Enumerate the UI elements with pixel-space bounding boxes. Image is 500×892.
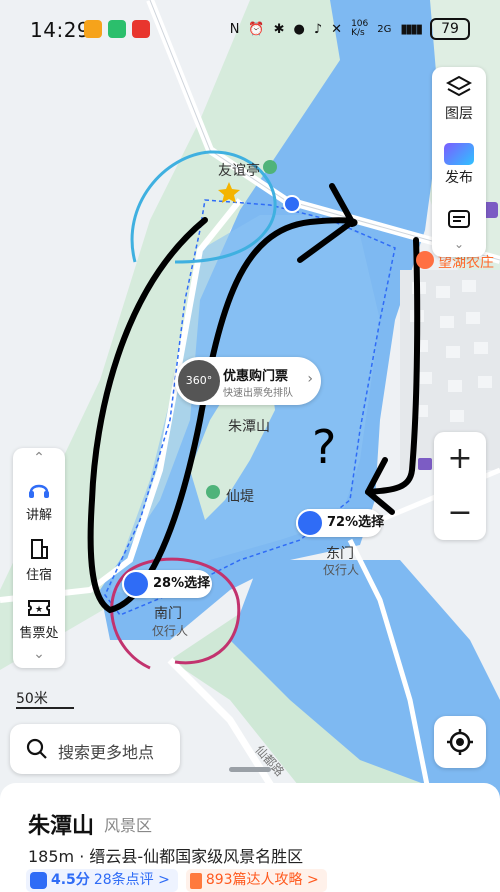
- ticket-promo-bubble[interactable]: 360° 优惠购门票 快速出票免排队 ›: [175, 357, 321, 405]
- gate-icon: [296, 509, 324, 537]
- poi-category: 风景区: [104, 816, 153, 835]
- east-gate-pill[interactable]: 72%选择: [296, 509, 385, 537]
- alarm-icon: ⏰: [248, 21, 265, 37]
- sheet-drag-handle[interactable]: [229, 767, 271, 772]
- rating-score: 4.5分: [51, 872, 90, 888]
- svg-text:★: ★: [35, 605, 43, 615]
- chevron-down-icon[interactable]: ⌄: [432, 237, 486, 251]
- south-gate-pill[interactable]: 28%选择: [122, 570, 212, 598]
- ticket-promo-title: 优惠购门票: [223, 369, 289, 384]
- app-notification-icon: [108, 20, 126, 38]
- search-placeholder: 搜索更多地点: [58, 743, 155, 762]
- label-zhutanshan[interactable]: 朱潭山: [228, 416, 270, 436]
- chevron-right-icon: ›: [307, 371, 313, 387]
- zoom-out-button[interactable]: −: [434, 486, 486, 540]
- net-speed: 106 K/s: [351, 19, 369, 38]
- lodging-button[interactable]: 住宿: [13, 538, 65, 583]
- label-youyi-pavilion[interactable]: 友谊亭: [218, 160, 260, 180]
- rating-chip[interactable]: 4.5分 28条点评 >: [26, 869, 178, 892]
- publish-label: 发布: [445, 170, 473, 186]
- layers-button[interactable]: 图层: [432, 75, 486, 123]
- ticket-office-button[interactable]: ★ 售票处: [13, 598, 65, 641]
- message-icon: [448, 210, 470, 228]
- ticket-icon: ★: [28, 600, 50, 616]
- crosshair-icon: [447, 729, 473, 755]
- nfc-icon: N: [229, 21, 240, 37]
- mute-icon: ✕: [331, 21, 343, 37]
- scale-label: 50米: [16, 691, 48, 707]
- ticket-office-label: 售票处: [19, 626, 59, 641]
- explain-button[interactable]: 讲解: [13, 478, 65, 523]
- explain-label: 讲解: [25, 508, 52, 523]
- message-button[interactable]: [432, 209, 486, 235]
- label-nanmen-sub: 仅行人: [152, 624, 189, 638]
- panorama-360-icon: 360°: [178, 360, 220, 402]
- zoom-control: + −: [434, 432, 486, 540]
- lodging-label: 住宿: [25, 568, 52, 583]
- signal-label: 2G: [377, 23, 392, 35]
- poi-address: 185m · 缙云县-仙都国家级风景名胜区: [28, 847, 304, 866]
- bluetooth-icon: ✱: [273, 21, 285, 37]
- chevron-up-icon[interactable]: ⌃: [13, 450, 65, 466]
- publish-icon: [444, 143, 474, 165]
- locate-me-button[interactable]: [434, 716, 486, 768]
- status-bar: 14:29 N ⏰ ✱ ● ♪ ✕ 106 K/s 2G ▮▮▮▮ 79: [0, 0, 500, 60]
- gate-icon: [122, 570, 150, 598]
- annotation-question-mark: ?: [312, 420, 337, 474]
- location-icon: ●: [293, 21, 305, 37]
- search-bar[interactable]: 搜索更多地点: [10, 724, 180, 774]
- label-dongmen[interactable]: 东门: [326, 543, 354, 563]
- publish-button[interactable]: 发布: [432, 139, 486, 187]
- app-notification-icon: [84, 20, 102, 38]
- building-icon: [31, 539, 48, 559]
- status-app-icons: [84, 20, 150, 38]
- status-right: N ⏰ ✱ ● ♪ ✕ 106 K/s 2G ▮▮▮▮ 79: [230, 18, 470, 40]
- battery-indicator: 79: [430, 18, 470, 40]
- mic-icon: ♪: [313, 21, 323, 37]
- layers-icon: [445, 75, 473, 97]
- east-gate-pill-text: 72%选择: [327, 515, 385, 530]
- zoom-in-button[interactable]: +: [434, 432, 486, 486]
- review-count: 28条点评 >: [93, 872, 170, 888]
- rating-logo-icon: [30, 872, 47, 889]
- label-nanmen[interactable]: 南门: [154, 603, 182, 623]
- guide-book-icon: [189, 872, 202, 889]
- app-notification-icon: [132, 20, 150, 38]
- layers-label: 图层: [445, 106, 473, 122]
- panorama-badge-text: 360°: [185, 374, 213, 387]
- headphones-icon: [29, 484, 49, 498]
- signal-icon: ▮▮▮▮: [400, 21, 423, 37]
- left-toolbar: ⌃ 讲解 住宿 ★ 售票处 ⌄: [13, 448, 65, 668]
- right-toolbar: 图层 发布 ⌄: [432, 67, 486, 257]
- poi-title: 朱潭山: [28, 814, 95, 839]
- guides-chip[interactable]: 893篇达人攻略 >: [185, 869, 327, 892]
- label-dongmen-sub: 仅行人: [323, 563, 360, 577]
- poi-rating-row: 4.5分 28条点评 > 893篇达人攻略 >: [26, 869, 327, 892]
- guide-count: 893篇达人攻略 >: [205, 872, 319, 888]
- status-time: 14:29: [30, 18, 91, 42]
- chevron-down-icon[interactable]: ⌄: [13, 646, 65, 662]
- label-xiandi[interactable]: 仙堤: [226, 486, 254, 506]
- scale-bar: [16, 707, 74, 709]
- south-gate-pill-text: 28%选择: [153, 576, 211, 591]
- search-icon: [26, 738, 47, 759]
- ticket-promo-subtitle: 快速出票免排队: [223, 388, 293, 399]
